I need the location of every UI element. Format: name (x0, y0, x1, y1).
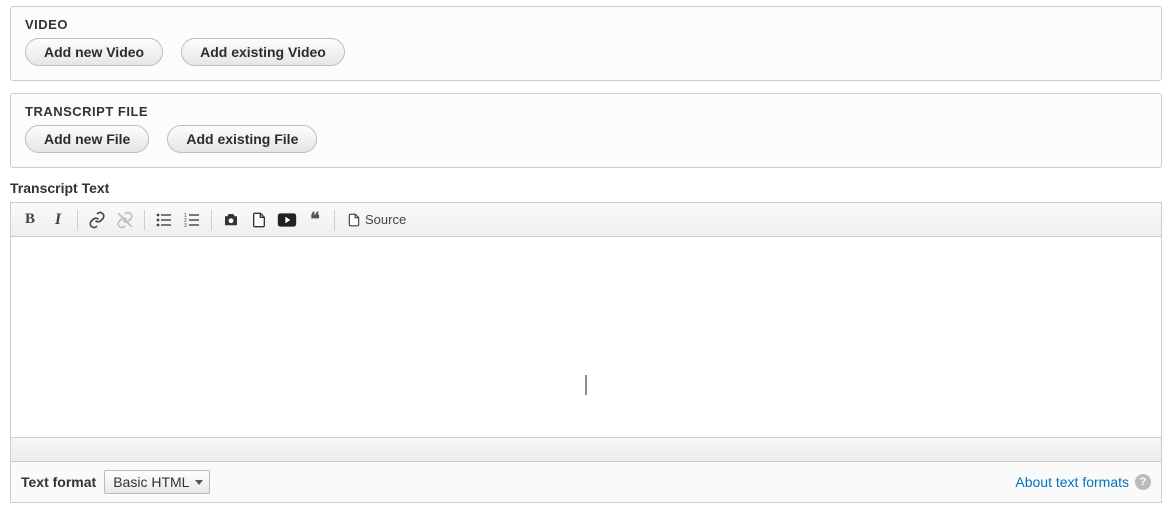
editor-toolbar: B I (11, 203, 1161, 237)
text-format-label: Text format (21, 474, 96, 490)
toolbar-separator (144, 210, 145, 230)
text-format-selected: Basic HTML (113, 474, 189, 490)
transcript-text-label: Transcript Text (10, 180, 1162, 196)
video-fieldset: VIDEO Add new Video Add existing Video (10, 6, 1162, 81)
video-heading: VIDEO (25, 17, 1147, 32)
editor-status-bar (11, 437, 1161, 461)
blockquote-icon[interactable]: ❝ (302, 207, 328, 233)
link-icon[interactable] (84, 207, 110, 233)
text-format-select[interactable]: Basic HTML (104, 470, 210, 494)
add-existing-video-button[interactable]: Add existing Video (181, 38, 345, 66)
transcript-file-button-row: Add new File Add existing File (25, 125, 1147, 153)
file-icon[interactable] (246, 207, 272, 233)
media-icon[interactable] (274, 207, 300, 233)
add-existing-file-button[interactable]: Add existing File (167, 125, 317, 153)
bold-icon[interactable]: B (17, 207, 43, 233)
toolbar-separator (334, 210, 335, 230)
chevron-down-icon (195, 480, 203, 485)
text-cursor (586, 375, 587, 395)
camera-icon[interactable] (218, 207, 244, 233)
editor-textarea[interactable] (11, 237, 1161, 437)
bulleted-list-icon[interactable] (151, 207, 177, 233)
transcript-file-heading: TRANSCRIPT FILE (25, 104, 1147, 119)
source-label: Source (365, 212, 406, 227)
help-icon: ? (1135, 474, 1151, 490)
rich-text-editor: B I (10, 202, 1162, 462)
numbered-list-icon[interactable]: 1 2 3 (179, 207, 205, 233)
video-button-row: Add new Video Add existing Video (25, 38, 1147, 66)
italic-icon[interactable]: I (45, 207, 71, 233)
toolbar-separator (211, 210, 212, 230)
text-format-bar: Text format Basic HTML About text format… (10, 462, 1162, 503)
source-button[interactable]: Source (341, 207, 412, 233)
toolbar-separator (77, 210, 78, 230)
about-text-formats-link[interactable]: About text formats ? (1015, 474, 1151, 490)
svg-text:3: 3 (184, 223, 187, 228)
about-text-formats-label: About text formats (1015, 474, 1129, 490)
unlink-icon[interactable] (112, 207, 138, 233)
add-new-file-button[interactable]: Add new File (25, 125, 149, 153)
add-new-video-button[interactable]: Add new Video (25, 38, 163, 66)
transcript-file-fieldset: TRANSCRIPT FILE Add new File Add existin… (10, 93, 1162, 168)
